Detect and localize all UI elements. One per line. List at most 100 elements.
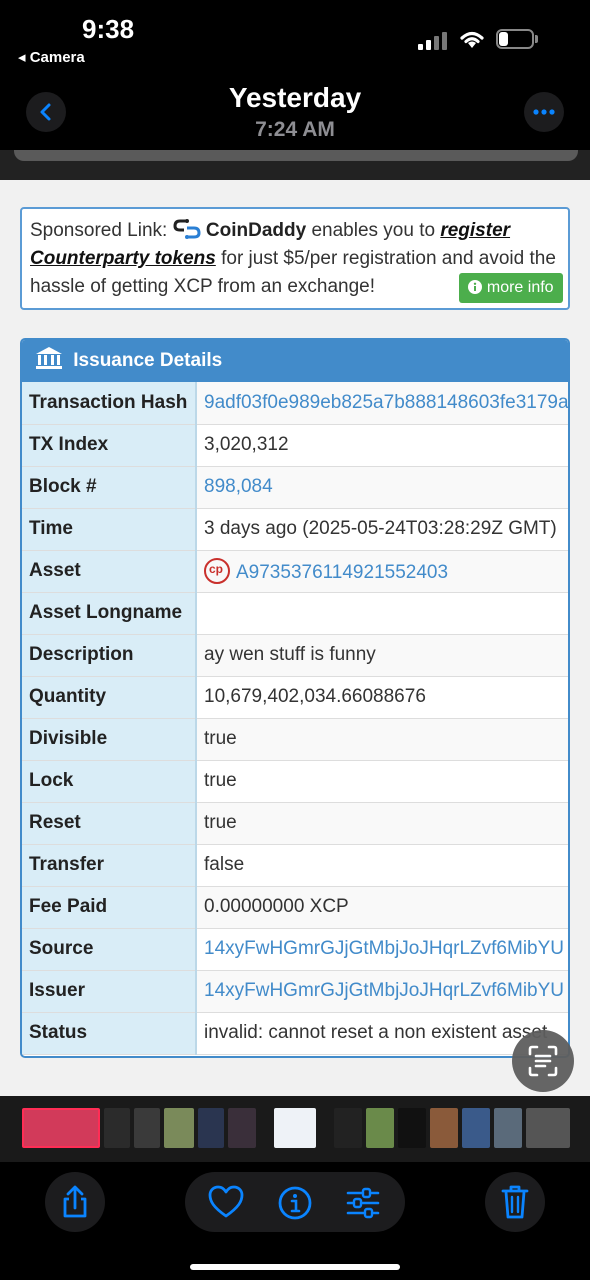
trash-icon: [501, 1185, 529, 1219]
row-key: Asset: [22, 550, 197, 593]
table-row: Block #898,084: [22, 466, 568, 509]
table-row: Divisible true: [22, 718, 568, 761]
thumbnail[interactable]: [164, 1108, 194, 1148]
table-row: Asset A9735376114921552403: [22, 550, 568, 593]
more-info-button[interactable]: more info: [459, 273, 563, 303]
row-key: Transfer: [22, 844, 197, 887]
ellipsis-icon: [533, 109, 555, 115]
share-icon: [63, 1185, 87, 1218]
row-value: true: [196, 802, 568, 845]
row-value: [196, 592, 568, 635]
row-value: false: [196, 844, 568, 887]
row-key: Quantity: [22, 676, 197, 719]
row-value: 0.00000000 XCP: [196, 886, 568, 929]
thumbnail[interactable]: [198, 1108, 224, 1148]
thumbnail[interactable]: [134, 1108, 160, 1148]
status-bar: 9:38 ◂ Camera: [0, 0, 590, 70]
row-value: 3 days ago (2025-05-24T03:28:29Z GMT): [196, 508, 568, 551]
live-text-icon: [528, 1045, 558, 1077]
issuer-address-link[interactable]: 14xyFwHGmrGJjGtMbjJoJHqrLZvf6MibYU: [196, 970, 568, 1013]
table-row: Source 14xyFwHGmrGJjGtMbjJoJHqrLZvf6MibYU: [22, 928, 568, 971]
table-row: Transfer false: [22, 844, 568, 887]
coindaddy-logo-icon: [173, 219, 201, 239]
photo-toolbar: [0, 1162, 590, 1280]
table-row: Status invalid: cannot reset a non existe…: [22, 1012, 568, 1055]
status-time: 9:38: [82, 14, 135, 44]
thumbnail[interactable]: [366, 1108, 394, 1148]
source-address-link[interactable]: 14xyFwHGmrGJjGtMbjJoJHqrLZvf6MibYU: [196, 928, 568, 971]
heart-icon[interactable]: [207, 1184, 245, 1220]
bank-icon: [36, 347, 62, 369]
row-key: Divisible: [22, 718, 197, 761]
more-options-button[interactable]: [524, 92, 564, 132]
more-info-label: more info: [486, 279, 554, 296]
table-row: Lock true: [22, 760, 568, 803]
asset-icon: [204, 558, 230, 584]
row-key: Reset: [22, 802, 197, 845]
row-key: Asset Longname: [22, 592, 197, 635]
asset-link[interactable]: A9735376114921552403: [196, 550, 568, 593]
photo-thumbnail-strip[interactable]: [0, 1096, 590, 1162]
browser-top-strip: [0, 150, 590, 180]
photo-actions-group: [185, 1172, 405, 1232]
panel-header: Issuance Details: [22, 340, 568, 382]
photo-nav-bar: Yesterday 7:24 AM: [0, 70, 590, 152]
thumbnail[interactable]: [334, 1108, 362, 1148]
panel-title: Issuance Details: [73, 350, 223, 371]
delete-button[interactable]: [485, 1172, 545, 1232]
thumbnail[interactable]: [526, 1108, 570, 1148]
row-key: Block #: [22, 466, 197, 509]
cellular-signal-icon: [418, 30, 450, 50]
photo-date-title: Yesterday: [228, 82, 362, 113]
battery-icon: [496, 29, 538, 49]
thumbnail[interactable]: [430, 1108, 458, 1148]
info-icon: [468, 280, 483, 294]
row-value: 3,020,312: [196, 424, 568, 467]
back-to-app-link[interactable]: ◂ Camera: [18, 48, 85, 66]
row-key: TX Index: [22, 424, 197, 467]
share-button[interactable]: [45, 1172, 105, 1232]
thumbnail[interactable]: [22, 1108, 100, 1148]
live-text-button[interactable]: [512, 1030, 574, 1092]
row-key: Fee Paid: [22, 886, 197, 929]
row-key: Issuer: [22, 970, 197, 1013]
table-row: Asset Longname: [22, 592, 568, 635]
sponsor-prefix: Sponsored Link:: [30, 220, 168, 241]
table-row: Description ay wen stuff is funny: [22, 634, 568, 677]
row-value: true: [196, 718, 568, 761]
thumbnail[interactable]: [398, 1108, 426, 1148]
row-value: ay wen stuff is funny: [196, 634, 568, 677]
table-row: Time 3 days ago (2025-05-24T03:28:29Z GMT…: [22, 508, 568, 551]
table-row: Quantity 10,679,402,034.66088676: [22, 676, 568, 719]
row-key: Source: [22, 928, 197, 971]
row-key: Transaction Hash: [22, 382, 197, 425]
table-row: Issuer 14xyFwHGmrGJjGtMbjJoJHqrLZvf6MibYU: [22, 970, 568, 1013]
table-row: Transaction Hash 9adf03f0e989eb825a7b8881…: [22, 382, 568, 425]
thumbnail[interactable]: [104, 1108, 130, 1148]
screenshot-content: Sponsored Link: CoinDaddy enables you to…: [0, 150, 590, 1096]
sponsored-link-box: Sponsored Link: CoinDaddy enables you to…: [20, 207, 570, 310]
sponsor-text-1: enables you to: [311, 220, 436, 241]
thumbnail[interactable]: [462, 1108, 490, 1148]
row-key: Description: [22, 634, 197, 677]
thumbnail[interactable]: [494, 1108, 522, 1148]
photo-time-subtitle: 7:24 AM: [255, 118, 335, 141]
row-value: true: [196, 760, 568, 803]
asset-name[interactable]: A9735376114921552403: [236, 562, 448, 583]
row-key: Time: [22, 508, 197, 551]
issuance-details-panel: Issuance Details Transaction Hash 9adf03f…: [20, 338, 570, 1058]
transaction-hash-link[interactable]: 9adf03f0e989eb825a7b888148603fe3179a: [196, 382, 568, 425]
thumbnail[interactable]: [228, 1108, 256, 1148]
sponsor-brand: CoinDaddy: [205, 220, 307, 241]
info-circle-icon[interactable]: [277, 1185, 313, 1221]
home-indicator[interactable]: [190, 1264, 400, 1270]
row-key: Lock: [22, 760, 197, 803]
block-link[interactable]: 898,084: [196, 466, 568, 509]
thumbnail[interactable]: [274, 1108, 316, 1148]
adjust-icon[interactable]: [345, 1185, 381, 1221]
table-row: Fee Paid 0.00000000 XCP: [22, 886, 568, 929]
row-key: Status: [22, 1012, 197, 1055]
table-row: Reset true: [22, 802, 568, 845]
table-row: TX Index 3,020,312: [22, 424, 568, 467]
wifi-icon: [460, 31, 484, 48]
